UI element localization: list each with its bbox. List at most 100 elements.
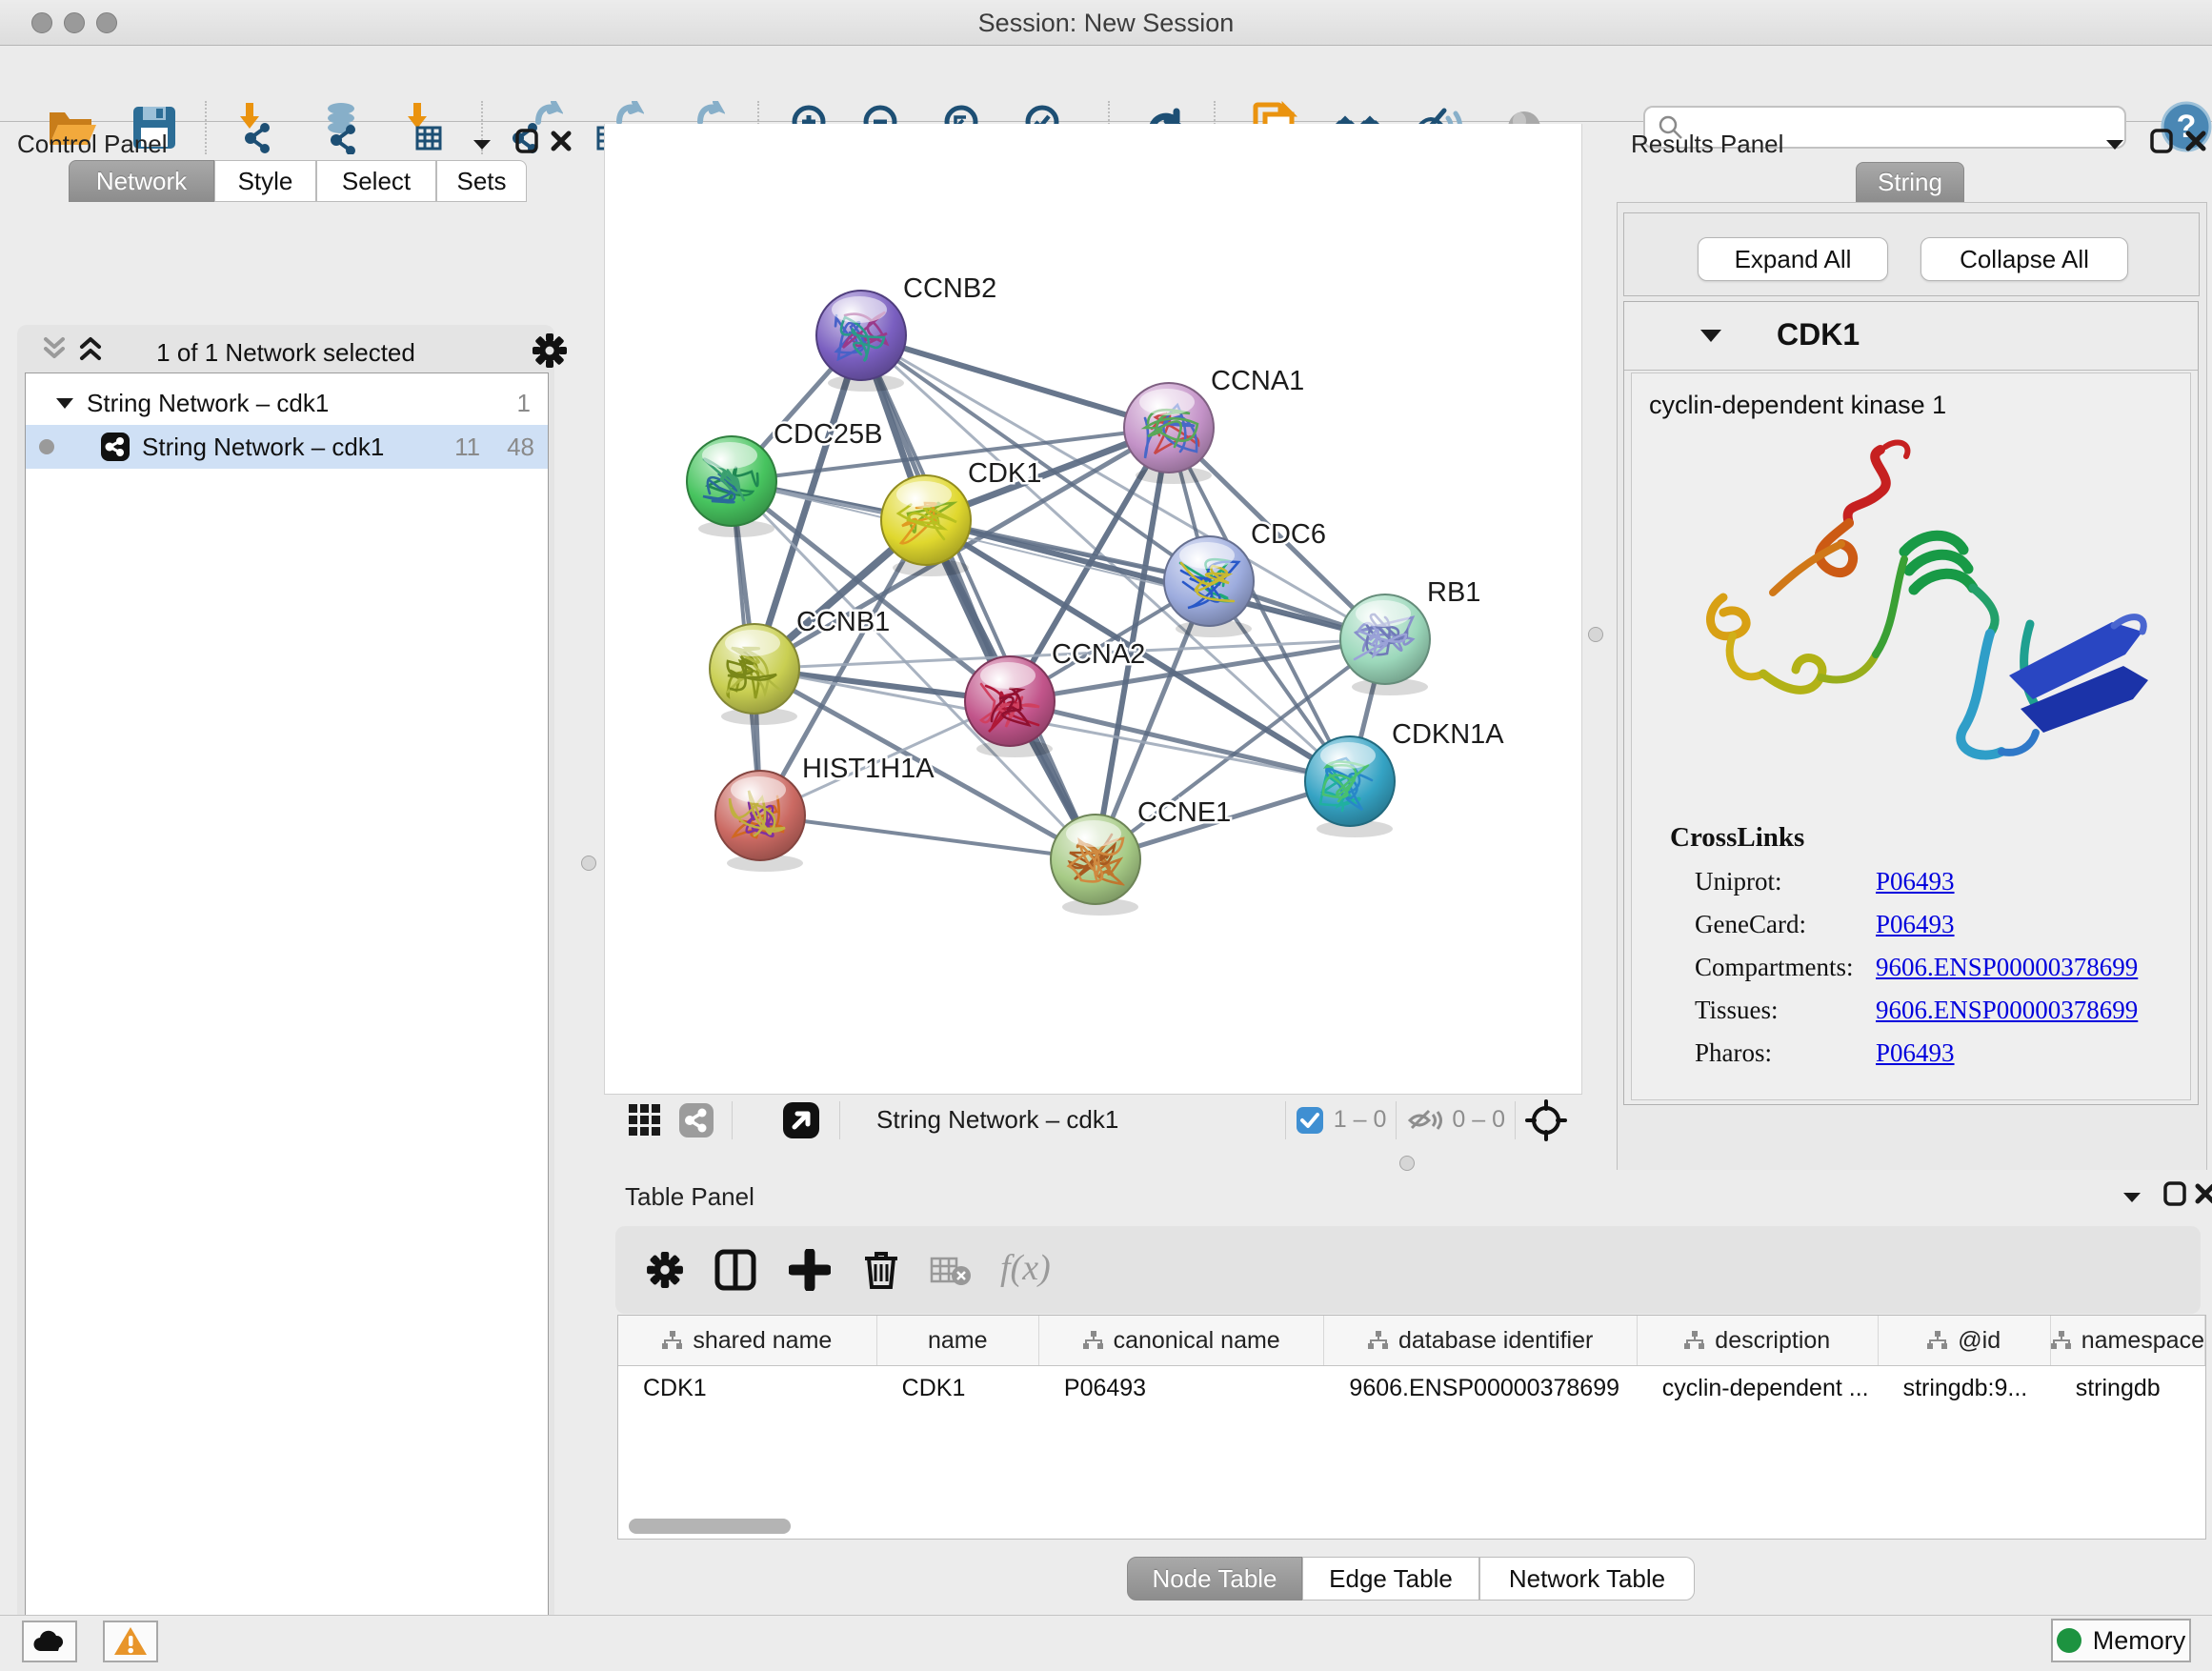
network-collection-row[interactable]: String Network – cdk1 1 xyxy=(26,381,548,425)
bottom-splitter-handle[interactable] xyxy=(1399,1156,1415,1171)
cloud-button[interactable] xyxy=(22,1621,77,1662)
crosslink-link[interactable]: 9606.ENSP00000378699 xyxy=(1876,953,2138,982)
tab-edge-table[interactable]: Edge Table xyxy=(1302,1557,1479,1601)
tab-select[interactable]: Select xyxy=(316,160,436,202)
network-canvas[interactable]: CCNB2CCNA1CDC25BCDK1CDC6RB1CCNB1CCNA2CDK… xyxy=(604,124,1582,1094)
tab-network[interactable]: Network xyxy=(69,160,214,202)
crosslink-link[interactable]: P06493 xyxy=(1876,1038,1955,1068)
crosslink-label: GeneCard: xyxy=(1695,910,1876,939)
table-horizontal-scrollbar[interactable] xyxy=(629,1519,791,1534)
warning-button[interactable] xyxy=(103,1621,158,1662)
table-cell: stringdb xyxy=(2051,1366,2205,1410)
network-share-icon[interactable] xyxy=(678,1102,714,1138)
protein-card: CDK1 cyclin-dependent kinase 1 xyxy=(1623,301,2199,1105)
column-header-label: @id xyxy=(1958,1327,2001,1355)
birdseye-toggle-icon[interactable] xyxy=(1525,1099,1567,1141)
protein-description: cyclin-dependent kinase 1 xyxy=(1649,391,2190,420)
table-header-row: shared name name canonical name database … xyxy=(618,1316,2205,1366)
collection-count: 1 xyxy=(517,389,531,418)
node-label-CCNE1: CCNE1 xyxy=(1137,797,1231,828)
network-panel-body: 1 of 1 Network selected String Network –… xyxy=(17,325,554,1671)
node-label-CDKN1A: CDKN1A xyxy=(1392,719,1504,750)
tab-style[interactable]: Style xyxy=(214,160,316,202)
protein-card-body: cyclin-dependent kinase 1 xyxy=(1631,372,2191,1100)
control-panel-float-icon[interactable] xyxy=(514,129,539,153)
table-panel-float-icon[interactable] xyxy=(2162,1181,2187,1206)
table-panel-close-icon[interactable] xyxy=(2193,1181,2212,1206)
hidden-counter: 0 – 0 xyxy=(1452,1106,1505,1134)
hidden-eye-icon[interactable] xyxy=(1406,1105,1444,1136)
results-panel-close-icon[interactable] xyxy=(2183,129,2208,153)
control-panel: Control Panel 1 of 1 Network selected xyxy=(0,121,572,1615)
tab-sets[interactable]: Sets xyxy=(436,160,527,202)
column-header-name[interactable]: name xyxy=(877,1316,1039,1365)
open-in-new-window-icon[interactable] xyxy=(782,1101,820,1139)
right-splitter-handle[interactable] xyxy=(1588,627,1603,642)
shared-column-icon xyxy=(1083,1331,1104,1350)
column-header-label: canonical name xyxy=(1114,1327,1280,1355)
crosslink-row: Compartments: 9606.ENSP00000378699 xyxy=(1695,953,2190,982)
results-panel-float-icon[interactable] xyxy=(2149,129,2174,153)
left-splitter-handle[interactable] xyxy=(581,856,596,871)
edge-CCNB2-CCNA1[interactable] xyxy=(861,335,1169,428)
main-toolbar: ? xyxy=(0,46,2212,122)
column-header-shared-name[interactable]: shared name xyxy=(618,1316,877,1365)
column-header-canonical-name[interactable]: canonical name xyxy=(1039,1316,1325,1365)
edge-CCNA2-CDKN1A[interactable] xyxy=(1010,701,1350,781)
column-header-label: name xyxy=(928,1327,988,1355)
results-panel-menu-icon[interactable] xyxy=(2103,132,2126,155)
expand-all-button[interactable]: Expand All xyxy=(1698,237,1888,281)
protein-card-header[interactable]: CDK1 xyxy=(1624,302,2198,371)
string-network-icon xyxy=(100,432,131,462)
table-settings-gear-icon[interactable] xyxy=(646,1251,684,1289)
column-header--id[interactable]: @id xyxy=(1879,1316,2051,1365)
crosslink-link[interactable]: 9606.ENSP00000378699 xyxy=(1876,996,2138,1025)
node-CDK1[interactable] xyxy=(881,475,971,576)
network-list: String Network – cdk1 1 String Network –… xyxy=(25,372,549,1671)
tab-network-table[interactable]: Network Table xyxy=(1479,1557,1695,1601)
column-header-namespace[interactable]: namespace xyxy=(2051,1316,2205,1365)
collection-expander-icon[interactable] xyxy=(54,395,75,411)
node-CCNE1[interactable] xyxy=(1051,815,1140,916)
node-table[interactable]: shared name name canonical name database … xyxy=(617,1315,2206,1540)
node-CCNA1[interactable] xyxy=(1124,383,1214,484)
shared-column-icon xyxy=(662,1331,683,1350)
delete-column-trash-icon[interactable] xyxy=(861,1247,901,1291)
grid-view-icon[interactable] xyxy=(627,1102,663,1138)
column-header-description[interactable]: description xyxy=(1638,1316,1879,1365)
column-header-label: description xyxy=(1715,1327,1830,1355)
crosslink-link[interactable]: P06493 xyxy=(1876,910,1955,939)
node-CCNB2[interactable] xyxy=(816,291,906,392)
control-panel-close-icon[interactable] xyxy=(549,129,573,153)
show-columns-icon[interactable] xyxy=(714,1249,756,1291)
cloud-icon xyxy=(31,1628,68,1655)
function-builder-icon[interactable]: f(x) xyxy=(1000,1247,1051,1289)
network-selection-status: 1 of 1 Network selected xyxy=(17,338,554,368)
node-CDKN1A[interactable] xyxy=(1305,736,1395,837)
node-HIST1H1A[interactable] xyxy=(715,771,805,872)
tab-node-table[interactable]: Node Table xyxy=(1127,1557,1302,1601)
network-row-selected[interactable]: String Network – cdk1 11 48 xyxy=(26,425,548,469)
collapse-all-button[interactable]: Collapse All xyxy=(1920,237,2128,281)
edge-HIST1H1A-CCNE1[interactable] xyxy=(760,815,1096,859)
delete-table-icon[interactable] xyxy=(930,1257,972,1287)
table-cell: CDK1 xyxy=(618,1366,877,1410)
memory-button[interactable]: Memory xyxy=(2051,1619,2191,1662)
table-toolbar: f(x) xyxy=(615,1226,2201,1314)
column-header-database-identifier[interactable]: database identifier xyxy=(1324,1316,1637,1365)
table-row[interactable]: CDK1CDK1P064939606.ENSP00000378699cyclin… xyxy=(618,1366,2205,1410)
protein-card-expander-icon[interactable] xyxy=(1699,327,1723,344)
network-view-toolbar: String Network – cdk1 1 – 0 0 – 0 xyxy=(604,1094,1582,1145)
create-column-icon[interactable] xyxy=(789,1249,831,1291)
node-RB1[interactable] xyxy=(1340,594,1430,695)
tab-string[interactable]: String xyxy=(1856,162,1964,202)
table-panel-menu-icon[interactable] xyxy=(2121,1185,2143,1208)
crosslink-label: Tissues: xyxy=(1695,996,1876,1025)
status-bar: Memory xyxy=(0,1615,2212,1671)
network-options-gear-icon[interactable] xyxy=(532,332,568,369)
node-CDC25B[interactable] xyxy=(687,436,776,537)
crosslink-link[interactable]: P06493 xyxy=(1876,867,1955,896)
selected-checkbox-icon[interactable] xyxy=(1296,1106,1324,1135)
node-CCNB1[interactable] xyxy=(710,624,799,725)
control-panel-menu-icon[interactable] xyxy=(471,132,493,155)
